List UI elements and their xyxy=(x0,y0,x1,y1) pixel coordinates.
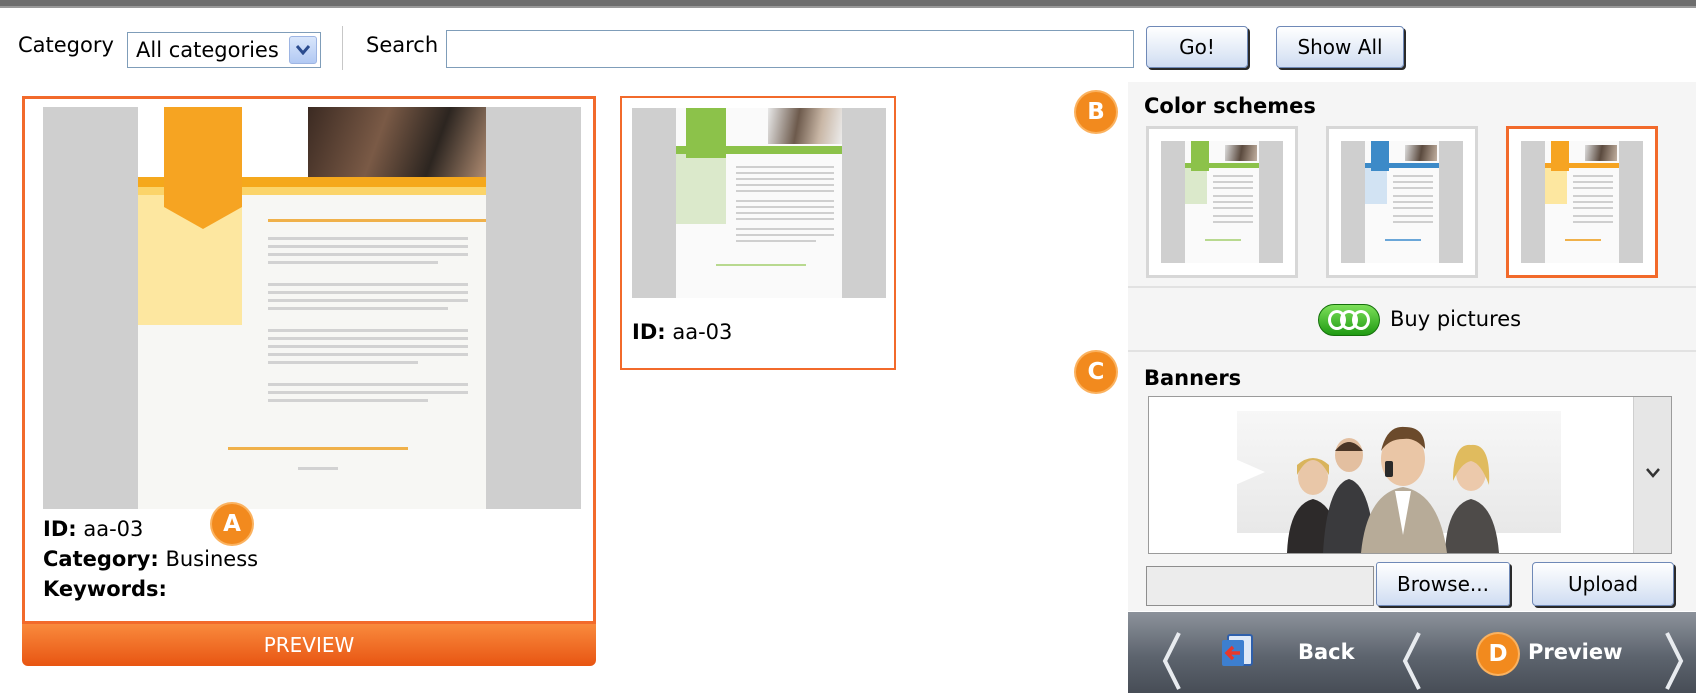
search-label: Search xyxy=(366,33,439,57)
banner-people-image xyxy=(1287,426,1499,553)
template-id: ID: aa-03 xyxy=(632,320,733,344)
buy-pictures-icon xyxy=(1318,304,1380,336)
upload-button[interactable]: Upload xyxy=(1532,562,1674,606)
color-scheme-green[interactable] xyxy=(1146,126,1298,278)
filter-toolbar: Category All categories Search Go! Show … xyxy=(0,14,1696,76)
chevron-left-icon xyxy=(1402,632,1421,690)
buy-pictures-label: Buy pictures xyxy=(1390,307,1522,331)
banner-scroll-button[interactable] xyxy=(1633,397,1671,553)
chevron-down-icon[interactable] xyxy=(289,36,317,64)
color-scheme-orange[interactable] xyxy=(1506,126,1658,278)
template-header-photo xyxy=(308,107,486,179)
toolbar-divider xyxy=(342,26,344,70)
banner-picker[interactable] xyxy=(1148,396,1672,554)
show-all-button[interactable]: Show All xyxy=(1276,26,1404,68)
template-thumbnail[interactable] xyxy=(43,107,581,509)
panel-divider xyxy=(1128,286,1696,288)
category-label: Category xyxy=(18,33,114,57)
preview-button[interactable] xyxy=(1428,612,1628,693)
category-select[interactable]: All categories xyxy=(127,32,321,68)
category-select-value: All categories xyxy=(136,38,279,62)
chevron-left-icon xyxy=(1162,632,1181,690)
color-schemes-title: Color schemes xyxy=(1144,94,1316,118)
panel-divider xyxy=(1128,350,1696,352)
template-category: Category: Business xyxy=(43,547,259,571)
marker-b: B xyxy=(1076,92,1116,132)
chevron-right-icon xyxy=(1665,632,1684,690)
banner-file-path[interactable] xyxy=(1146,566,1374,606)
banners-title: Banners xyxy=(1144,366,1242,390)
back-arrow-icon xyxy=(1222,634,1253,666)
template-keywords: Keywords: xyxy=(43,577,167,601)
template-preview-button[interactable]: PREVIEW xyxy=(22,624,596,666)
search-input[interactable] xyxy=(446,30,1134,68)
back-button-label: Back xyxy=(1298,640,1355,664)
template-thumbnail[interactable] xyxy=(632,108,886,298)
chevron-down-icon xyxy=(1646,468,1660,478)
marker-d: D xyxy=(1478,634,1518,674)
top-border xyxy=(0,0,1696,8)
marker-a: A xyxy=(212,504,252,544)
marker-c: C xyxy=(1076,352,1116,392)
browse-button[interactable]: Browse... xyxy=(1376,562,1510,606)
template-card[interactable]: ID: aa-03 xyxy=(620,96,896,370)
go-button[interactable]: Go! xyxy=(1146,26,1248,68)
template-card-selected[interactable]: ID: aa-03 Category: Business Keywords: xyxy=(22,96,596,624)
template-id: ID: aa-03 xyxy=(43,517,144,541)
color-scheme-blue[interactable] xyxy=(1326,126,1478,278)
